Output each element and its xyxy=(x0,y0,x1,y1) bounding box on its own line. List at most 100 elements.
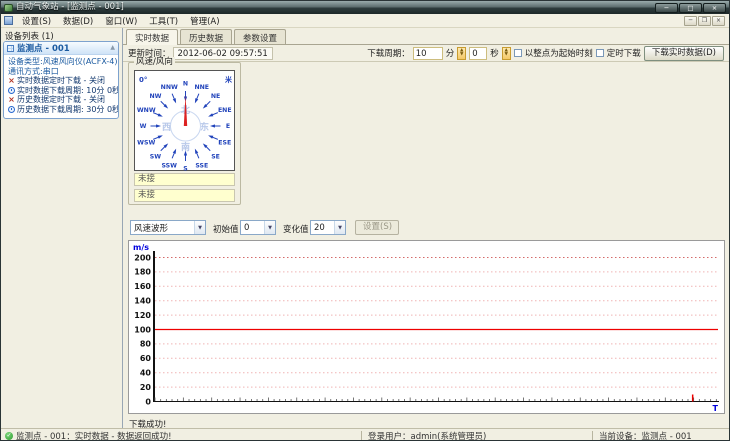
svg-text:东: 东 xyxy=(200,121,209,133)
set-button[interactable]: 设置(S) xyxy=(355,220,399,235)
main-content: 实时数据 历史数据 参数设置 更新时间： 2012-06-02 09:57:51… xyxy=(123,28,729,430)
wind-speed-field: 未接 xyxy=(134,173,235,186)
success-check-icon: ✓ xyxy=(5,431,13,440)
mdi-restore-icon[interactable]: ❐ xyxy=(698,15,711,26)
dropdown-arrow-icon[interactable]: ▼ xyxy=(334,221,345,234)
wind-group-title: 风速/风向 xyxy=(134,57,175,67)
download-status-text: 下载成功! xyxy=(129,420,167,430)
device-panel: 监测点 - 001 ▲ 设备类型:风速风向仪(ACFX-4) 通讯方式:串口 ×… xyxy=(3,41,119,119)
svg-text:200: 200 xyxy=(134,253,151,262)
dropdown-arrow-icon[interactable]: ▼ xyxy=(194,221,205,234)
seconds-input[interactable]: 0 xyxy=(469,46,488,60)
initial-value-select[interactable]: 0 ▼ xyxy=(240,220,276,235)
svg-text:SSW: SSW xyxy=(162,162,178,169)
toolbar: 更新时间： 2012-06-02 09:57:51 下载周期： 10 分 ▲ ▼… xyxy=(123,44,729,62)
current-device: 当前设备：监测点 - 001 xyxy=(599,431,692,441)
menu-bar: 设置(S) 数据(D) 窗口(W) 工具(T) 管理(A) ─ ❐ × xyxy=(1,14,729,28)
svg-text:SE: SE xyxy=(211,153,220,160)
svg-text:60: 60 xyxy=(140,354,152,363)
status-message: 监测点 - 001：实时数据 - 数据返回成功! xyxy=(16,431,172,441)
svg-text:160: 160 xyxy=(134,282,151,291)
clock-icon xyxy=(8,105,15,113)
menu-item-admin[interactable]: 管理(A) xyxy=(184,14,225,28)
svg-text:N: N xyxy=(183,81,188,88)
wind-speed-chart: 0 20 40 60 80 100 120 140 160 180 200 m/s T xyxy=(128,240,725,414)
svg-text:NNW: NNW xyxy=(161,84,178,91)
svg-text:40: 40 xyxy=(140,369,152,378)
change-value-select[interactable]: 20 ▼ xyxy=(310,220,346,235)
download-realtime-button[interactable]: 下载实时数据(D) xyxy=(643,45,724,61)
history-timer-line: × 历史数据定时下载 - 关闭 xyxy=(8,95,105,104)
svg-text:ENE: ENE xyxy=(218,107,232,114)
minutes-stepper[interactable]: ▲ ▼ xyxy=(457,46,467,60)
maximize-icon[interactable]: □ xyxy=(679,2,702,13)
svg-text:20: 20 xyxy=(140,383,152,392)
logged-in-user: 登录用户：admin(系统管理员) xyxy=(368,431,487,441)
menu-item-window[interactable]: 窗口(W) xyxy=(99,14,143,28)
seconds-unit-label: 秒 xyxy=(490,49,499,59)
mdi-minimize-icon[interactable]: ─ xyxy=(684,15,697,26)
dropdown-arrow-icon[interactable]: ▼ xyxy=(264,221,275,234)
history-period-line: 历史数据下载周期: 30分 0秒 xyxy=(4,105,118,115)
app-window: 自动气象站 - [监测点 - 001] ─ □ × 设置(S) 数据(D) 窗口… xyxy=(0,0,730,441)
device-panel-title: 监测点 - 001 xyxy=(17,44,70,54)
svg-text:NE: NE xyxy=(211,93,220,100)
waveform-select[interactable]: 风速波形 ▼ xyxy=(130,220,206,235)
realtime-timer-line: × 实时数据定时下载 - 关闭 xyxy=(8,76,105,85)
svg-text:140: 140 xyxy=(134,297,151,306)
svg-text:西: 西 xyxy=(162,122,171,133)
minutes-unit-label: 分 xyxy=(445,49,455,59)
tab-history-data[interactable]: 历史数据 xyxy=(180,29,233,44)
update-time-value: 2012-06-02 09:57:51 xyxy=(172,46,273,60)
mdi-document-icon[interactable] xyxy=(4,16,13,25)
svg-text:SW: SW xyxy=(150,153,161,160)
comm-mode-line: 通讯方式:串口 xyxy=(8,66,59,76)
seconds-stepper[interactable]: ▲ ▼ xyxy=(501,46,511,60)
clock-icon xyxy=(8,86,15,94)
app-icon xyxy=(4,3,13,12)
spin-down-icon[interactable]: ▼ xyxy=(460,52,463,58)
svg-text:米: 米 xyxy=(224,75,233,84)
svg-text:NNE: NNE xyxy=(194,84,209,91)
spin-down-icon[interactable]: ▼ xyxy=(505,52,508,58)
mdi-close-icon[interactable]: × xyxy=(712,15,725,26)
title-bar: 自动气象站 - [监测点 - 001] ─ □ × xyxy=(1,1,729,14)
wind-direction-field: 未接 xyxy=(134,189,235,202)
svg-text:T: T xyxy=(713,404,719,413)
wind-groupbox: 风速/风向 北南东西NNNENEENEEESESESSESSSWSWWSWWWN… xyxy=(128,57,241,205)
timed-download-label: 定时下载 xyxy=(606,49,641,59)
svg-text:NW: NW xyxy=(149,93,161,100)
status-bar: ✓ 监测点 - 001：实时数据 - 数据返回成功! 登录用户：admin(系统… xyxy=(1,428,729,441)
svg-text:100: 100 xyxy=(134,325,151,334)
tab-strip: 实时数据 历史数据 参数设置 xyxy=(126,29,288,45)
cross-icon: × xyxy=(8,95,15,104)
svg-text:80: 80 xyxy=(140,340,152,349)
chart-svg: 0 20 40 60 80 100 120 140 160 180 200m/s T xyxy=(133,243,719,413)
device-icon xyxy=(7,44,14,52)
menu-item-tools[interactable]: 工具(T) xyxy=(143,14,184,28)
window-title: 自动气象站 - [监测点 - 001] xyxy=(16,2,124,12)
start-on-hour-label: 以整点为起始时刻 xyxy=(524,49,593,59)
svg-text:120: 120 xyxy=(134,311,151,320)
svg-text:0°: 0° xyxy=(139,76,147,84)
svg-text:ESE: ESE xyxy=(218,139,231,146)
device-panel-header[interactable]: 监测点 - 001 ▲ xyxy=(4,42,118,55)
menu-item-data[interactable]: 数据(D) xyxy=(57,14,99,28)
start-on-hour-checkbox[interactable] xyxy=(513,49,522,57)
svg-text:WNW: WNW xyxy=(137,107,156,114)
timed-download-checkbox[interactable] xyxy=(595,49,604,57)
cross-icon: × xyxy=(8,76,15,85)
realtime-period-line: 实时数据下载周期: 10分 0秒 xyxy=(4,86,118,96)
wind-compass: 北南东西NNNENEENEEESESESSESSSWSWWSWWWNWNWNNW… xyxy=(134,70,235,173)
menu-item-settings[interactable]: 设置(S) xyxy=(16,14,57,28)
svg-text:m/s: m/s xyxy=(133,243,149,252)
minutes-input[interactable]: 10 xyxy=(412,46,443,60)
close-icon[interactable]: × xyxy=(703,2,726,13)
svg-text:180: 180 xyxy=(134,268,151,277)
device-type-line: 设备类型:风速风向仪(ACFX-4) xyxy=(8,57,118,66)
tab-parameter-settings[interactable]: 参数设置 xyxy=(234,29,287,44)
tab-realtime-data[interactable]: 实时数据 xyxy=(126,29,179,45)
collapse-chevron-icon[interactable]: ▲ xyxy=(110,45,115,51)
svg-text:0: 0 xyxy=(145,397,151,406)
minimize-icon[interactable]: ─ xyxy=(655,2,678,13)
